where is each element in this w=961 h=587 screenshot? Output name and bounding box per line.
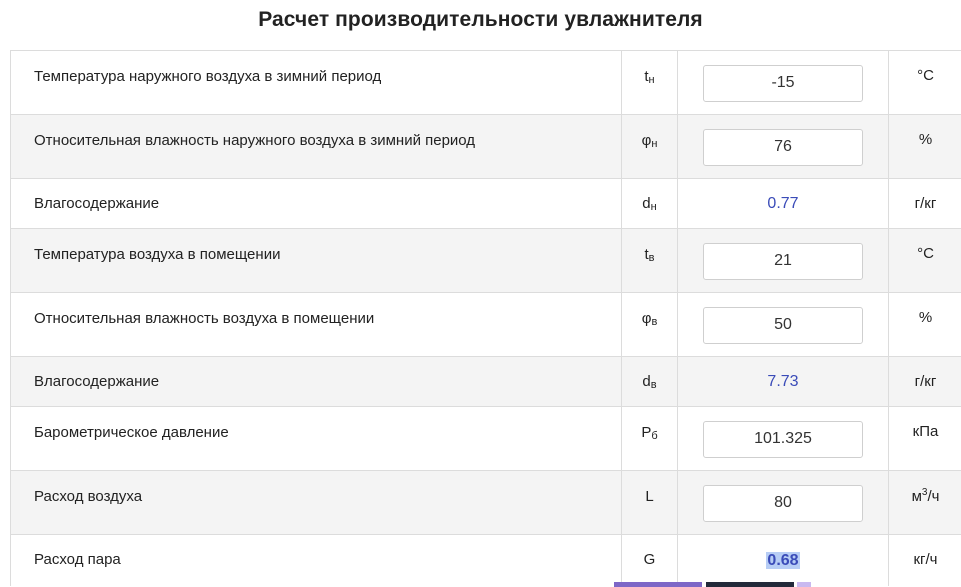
row-label: Влагосодержание <box>10 356 622 407</box>
row-symbol: L <box>621 470 678 535</box>
unit-main: м <box>911 488 922 505</box>
row-symbol: tн <box>621 50 678 115</box>
row-value-cell: 7.73 <box>677 356 889 407</box>
row-value-cell: 0.77 <box>677 178 889 229</box>
table-row: Относительная влажность воздуха в помеще… <box>10 292 961 357</box>
page-title: Расчет производительности увлажнителя <box>258 8 703 31</box>
row-unit: °C <box>888 228 961 293</box>
row-unit: % <box>888 292 961 357</box>
footer-button-edge[interactable] <box>797 582 811 587</box>
symbol-subscript: н <box>650 201 657 213</box>
table-row: Влагосодержание dв 7.73 г/кг <box>10 356 961 407</box>
symbol-main: P <box>641 424 652 441</box>
footer-button-edge[interactable] <box>706 582 794 587</box>
steam-flow-value[interactable]: 0.68 <box>766 551 800 569</box>
table-row: Барометрическое давление Pб кПа <box>10 406 961 471</box>
row-value-cell: 0.68 <box>677 534 889 586</box>
row-symbol: φн <box>621 114 678 179</box>
outdoor-humidity-input[interactable] <box>703 128 863 166</box>
unit-rest: /ч <box>927 488 940 505</box>
outdoor-moisture-content-value: 0.77 <box>767 194 799 212</box>
row-value-cell <box>677 292 889 357</box>
row-symbol: dв <box>621 356 678 407</box>
row-unit: кг/ч <box>888 534 961 586</box>
table-row: Расход пара G 0.68 кг/ч <box>10 534 961 586</box>
row-symbol: φв <box>621 292 678 357</box>
row-label: Относительная влажность воздуха в помеще… <box>10 292 622 357</box>
symbol-main: L <box>645 488 654 505</box>
symbol-main: d <box>642 195 651 212</box>
symbol-subscript: в <box>651 316 658 328</box>
row-unit: г/кг <box>888 178 961 229</box>
outdoor-temp-input[interactable] <box>703 64 863 102</box>
row-unit: % <box>888 114 961 179</box>
row-label: Барометрическое давление <box>10 406 622 471</box>
symbol-main: d <box>642 373 651 390</box>
row-unit: м3/ч <box>888 470 961 535</box>
symbol-main: φ <box>641 132 652 149</box>
footer-button-edge[interactable] <box>614 582 702 587</box>
row-label: Расход воздуха <box>10 470 622 535</box>
row-unit: кПа <box>888 406 961 471</box>
table-row: Температура воздуха в помещении tв °C <box>10 228 961 293</box>
row-value-cell <box>677 406 889 471</box>
row-value-cell <box>677 228 889 293</box>
indoor-moisture-content-value: 7.73 <box>767 372 799 390</box>
table-row: Температура наружного воздуха в зимний п… <box>10 50 961 115</box>
row-value-cell <box>677 114 889 179</box>
row-symbol: G <box>621 534 678 586</box>
row-value-cell <box>677 470 889 535</box>
symbol-main: φ <box>641 310 652 327</box>
humidifier-calc-table: Температура наружного воздуха в зимний п… <box>10 50 961 586</box>
row-label: Влагосодержание <box>10 178 622 229</box>
barometric-pressure-input[interactable] <box>703 420 863 458</box>
row-value-cell <box>677 50 889 115</box>
symbol-subscript: н <box>648 74 655 86</box>
table-row: Влагосодержание dн 0.77 г/кг <box>10 178 961 229</box>
row-label: Расход пара <box>10 534 622 586</box>
row-label: Температура воздуха в помещении <box>10 228 622 293</box>
table-row: Расход воздуха L м3/ч <box>10 470 961 535</box>
indoor-humidity-input[interactable] <box>703 306 863 344</box>
row-symbol: Pб <box>621 406 678 471</box>
air-flow-input[interactable] <box>703 484 863 522</box>
row-symbol: tв <box>621 228 678 293</box>
table-row: Относительная влажность наружного воздух… <box>10 114 961 179</box>
symbol-subscript: в <box>650 379 657 391</box>
row-label: Относительная влажность наружного воздух… <box>10 114 622 179</box>
symbol-main: G <box>643 551 656 568</box>
symbol-subscript: б <box>651 430 658 442</box>
symbol-subscript: в <box>648 252 655 264</box>
row-unit: г/кг <box>888 356 961 407</box>
indoor-temp-input[interactable] <box>703 242 863 280</box>
symbol-subscript: н <box>651 138 658 150</box>
row-label: Температура наружного воздуха в зимний п… <box>10 50 622 115</box>
row-symbol: dн <box>621 178 678 229</box>
row-unit: °C <box>888 50 961 115</box>
